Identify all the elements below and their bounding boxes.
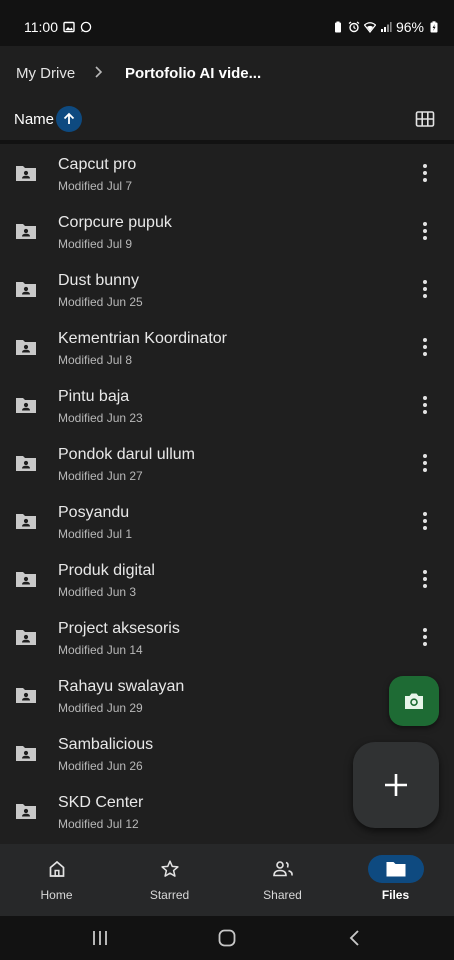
file-name: SKD Center [58, 794, 144, 811]
more-options-icon[interactable] [414, 393, 436, 417]
file-name: Project aksesoris [58, 620, 180, 637]
file-name: Sambalicious [58, 736, 154, 753]
shared-folder-icon [16, 746, 36, 761]
file-modified-date: Modified Jun 25 [58, 295, 143, 309]
file-modified-date: Modified Jun 23 [58, 411, 143, 425]
nav-home[interactable]: Home [0, 844, 113, 916]
shared-folder-icon [16, 224, 36, 239]
shared-folder-icon [16, 282, 36, 297]
list-item[interactable]: Rahayu swalayan Modified Jun 29 [0, 666, 454, 724]
back-icon[interactable] [344, 928, 366, 948]
home-icon [49, 860, 64, 877]
more-options-icon[interactable] [414, 277, 436, 301]
file-name: Rahayu swalayan [58, 678, 185, 695]
sort-by-name-label[interactable]: Name [14, 111, 54, 128]
camera-icon [405, 693, 423, 709]
wifi-icon [363, 22, 376, 33]
sort-header: Name [0, 100, 454, 140]
file-name: Kementrian Koordinator [58, 330, 227, 347]
breadcrumb-my-drive[interactable]: My Drive [16, 65, 75, 82]
shared-folder-icon [16, 166, 36, 181]
file-modified-date: Modified Jul 8 [58, 353, 133, 367]
shared-folder-icon [16, 804, 36, 819]
list-item[interactable]: Project aksesoris Modified Jun 14 [0, 608, 454, 666]
battery-saver-icon [334, 21, 341, 33]
shared-folder-icon [16, 688, 36, 703]
more-options-icon[interactable] [414, 219, 436, 243]
file-modified-date: Modified Jul 1 [58, 527, 133, 541]
nav-files-label: Files [381, 888, 410, 902]
status-bar: 11:00 96% [0, 0, 454, 46]
list-item[interactable]: Posyandu Modified Jul 1 [0, 492, 454, 550]
shared-folder-icon [16, 630, 36, 645]
status-notification-icons [63, 21, 92, 33]
nav-starred-label: Starred [149, 888, 190, 902]
battery-percent: 96% [395, 19, 424, 35]
arrow-up-icon [63, 112, 75, 124]
home-button-icon[interactable] [216, 928, 238, 948]
breadcrumb-current-folder[interactable]: Portofolio AI vide... [125, 65, 261, 82]
file-name: Corpcure pupuk [58, 214, 172, 231]
shared-folder-icon [16, 514, 36, 529]
list-item[interactable]: Produk digital Modified Jun 3 [0, 550, 454, 608]
recent-apps-icon[interactable] [89, 928, 111, 948]
file-name: Dust bunny [58, 272, 139, 289]
file-name: Pondok darul ullum [58, 446, 195, 463]
nav-files[interactable]: Files [339, 844, 452, 916]
alarm-icon [348, 21, 360, 33]
whatsapp-icon [80, 21, 92, 33]
breadcrumb: My Drive Portofolio AI vide... [0, 46, 454, 100]
more-options-icon[interactable] [414, 335, 436, 359]
battery-icon [430, 21, 438, 33]
sort-direction-button[interactable] [56, 106, 82, 132]
people-icon [272, 861, 293, 877]
status-time: 11:00 [24, 19, 58, 35]
more-options-icon[interactable] [414, 509, 436, 533]
file-list: Capcut pro Modified Jul 7 Corpcure pupuk Mo… [0, 144, 454, 844]
file-name: Pintu baja [58, 388, 130, 405]
file-name: Produk digital [58, 562, 155, 579]
file-modified-date: Modified Jun 3 [58, 585, 137, 599]
file-modified-date: Modified Jun 27 [58, 469, 143, 483]
list-item[interactable]: Pondok darul ullum Modified Jun 27 [0, 434, 454, 492]
status-system-icons: 96% [332, 19, 440, 35]
system-navigation-bar [0, 916, 454, 960]
grid-view-icon[interactable] [414, 108, 436, 130]
scan-camera-button[interactable] [389, 676, 439, 726]
file-modified-date: Modified Jun 29 [58, 701, 143, 715]
list-item[interactable]: Capcut pro Modified Jul 7 [0, 144, 454, 202]
nav-shared-label: Shared [263, 888, 302, 902]
image-icon [63, 21, 75, 33]
folder-icon [386, 862, 405, 877]
signal-icon [380, 22, 392, 32]
file-modified-date: Modified Jul 12 [58, 817, 139, 831]
file-name: Capcut pro [58, 156, 137, 173]
nav-home-label: Home [40, 888, 73, 902]
chevron-right-icon [95, 66, 103, 78]
file-modified-date: Modified Jun 26 [58, 759, 143, 773]
plus-icon [385, 774, 407, 796]
shared-folder-icon [16, 572, 36, 587]
new-button[interactable] [353, 742, 439, 828]
list-item[interactable]: Pintu baja Modified Jun 23 [0, 376, 454, 434]
nav-shared[interactable]: Shared [226, 844, 339, 916]
file-modified-date: Modified Jul 7 [58, 179, 133, 193]
bottom-navigation: Home Starred Shared Files [0, 844, 454, 916]
list-item[interactable]: Kementrian Koordinator Modified Jul 8 [0, 318, 454, 376]
file-modified-date: Modified Jun 14 [58, 643, 143, 657]
more-options-icon[interactable] [414, 451, 436, 475]
more-options-icon[interactable] [414, 161, 436, 185]
shared-folder-icon [16, 456, 36, 471]
file-name: Posyandu [58, 504, 130, 521]
star-icon [160, 860, 179, 877]
nav-starred[interactable]: Starred [113, 844, 226, 916]
file-modified-date: Modified Jul 9 [58, 237, 133, 251]
shared-folder-icon [16, 340, 36, 355]
list-item[interactable]: Dust bunny Modified Jun 25 [0, 260, 454, 318]
list-item[interactable]: Corpcure pupuk Modified Jul 9 [0, 202, 454, 260]
more-options-icon[interactable] [414, 625, 436, 649]
shared-folder-icon [16, 398, 36, 413]
more-options-icon[interactable] [414, 567, 436, 591]
